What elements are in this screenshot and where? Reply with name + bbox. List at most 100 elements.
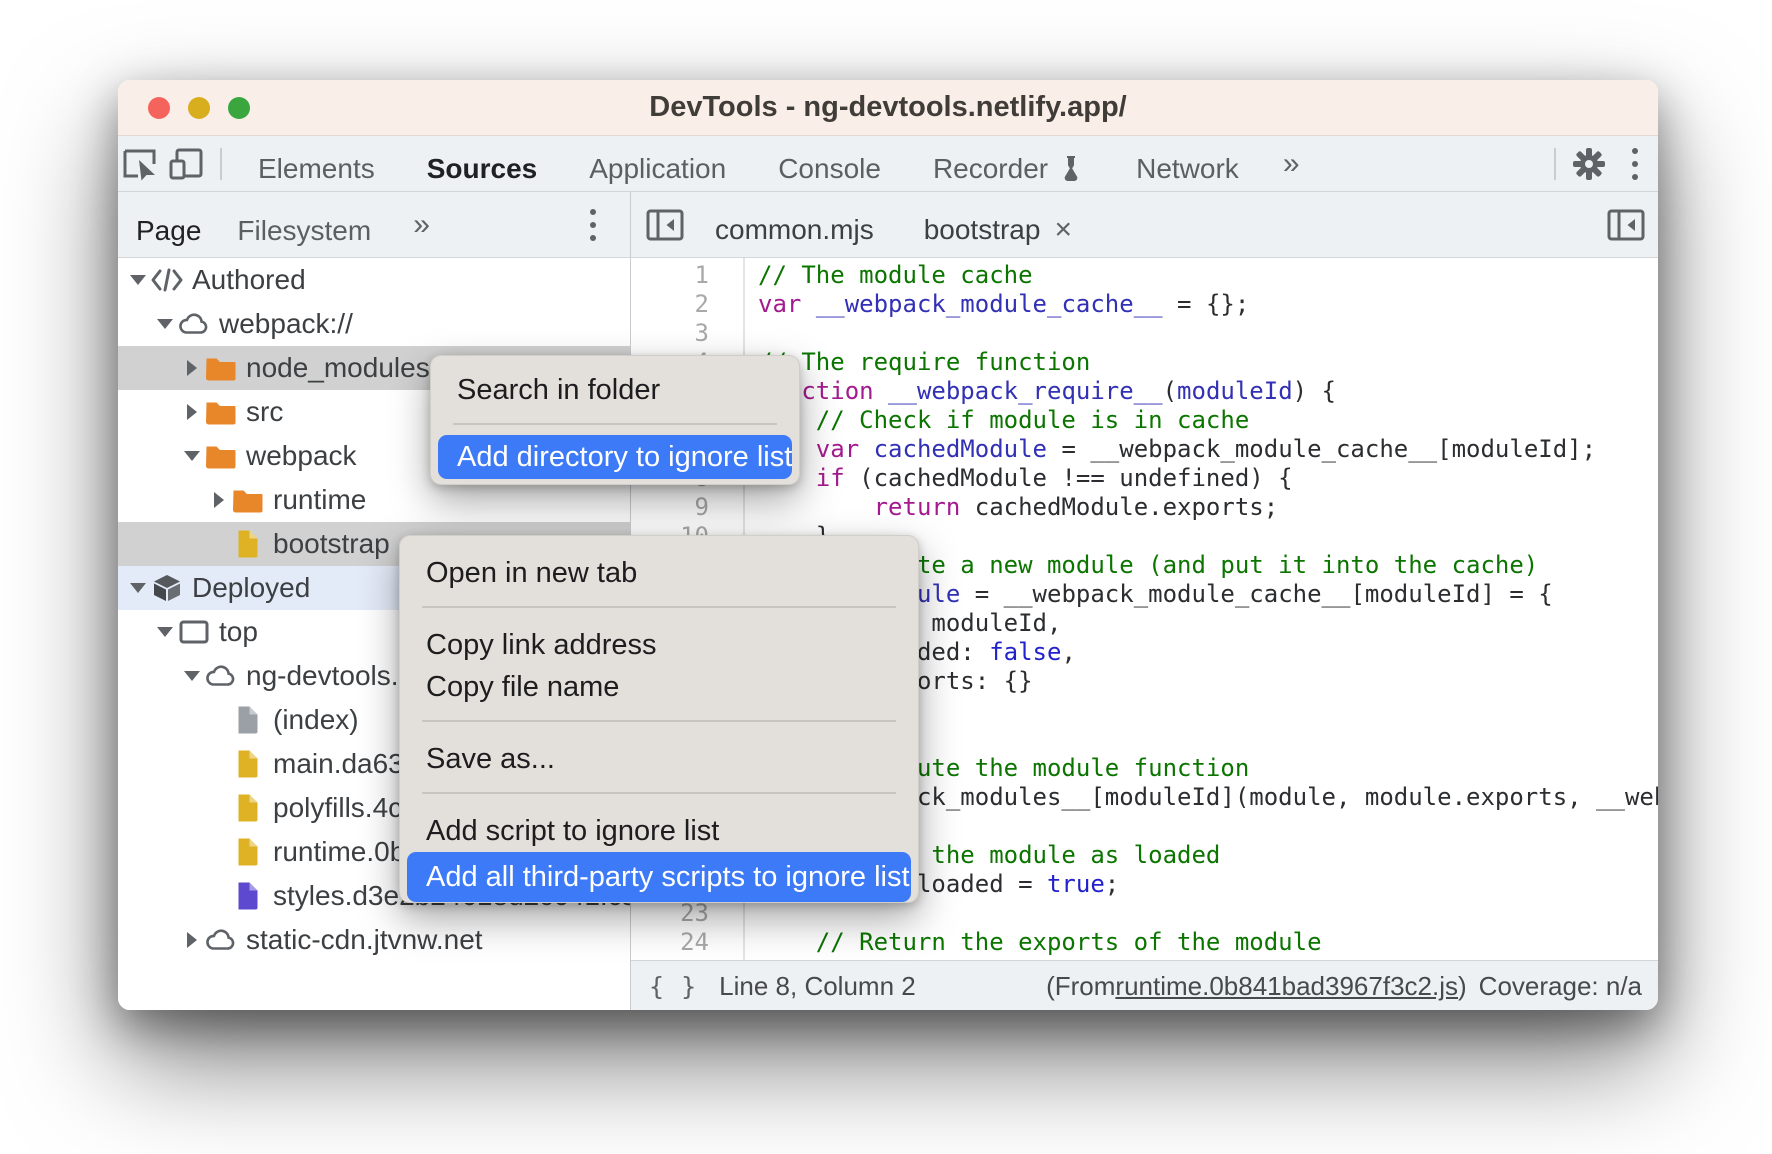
tree-item-label: (index) [273, 704, 359, 736]
line-number[interactable]: 23 [631, 899, 743, 928]
file-context-menu: Open in new tab Copy link addressCopy fil… [399, 535, 919, 903]
editor-tab-label: bootstrap [924, 214, 1041, 246]
menu-divider [422, 720, 896, 722]
window-title: DevTools - ng-devtools.netlify.app/ [118, 91, 1658, 124]
file-yellow-icon [231, 837, 265, 867]
devtools-window: DevTools - ng-devtools.netlify.app/ Elem… [118, 80, 1658, 1010]
folder-icon [204, 353, 238, 383]
tab-label: Network [1136, 153, 1239, 185]
disclosure-triangle-icon[interactable] [126, 268, 150, 292]
close-tab-icon[interactable]: × [1054, 215, 1072, 245]
tree-item-label: runtime.0b [273, 836, 405, 868]
disclosure-triangle-icon[interactable] [180, 928, 204, 952]
editor-tab-common-mjs[interactable]: common.mjs [695, 192, 894, 267]
code-line: function __webpack_require__(moduleId) { [758, 377, 1658, 406]
cube-icon [150, 573, 184, 603]
zoom-window-button[interactable] [228, 97, 250, 119]
menu-divider [422, 792, 896, 794]
disclosure-triangle-icon[interactable] [180, 356, 204, 380]
caret-placeholder [207, 884, 231, 908]
menu-item-search-in-folder[interactable]: Search in folder [431, 368, 799, 412]
menu-item-open-in-new-tab[interactable]: Open in new tab [400, 552, 918, 594]
code-line [758, 319, 1658, 348]
code-line: if (cachedModule !== undefined) { [758, 464, 1658, 493]
menu-item-add-script-to-ignore-list[interactable]: Add script to ignore list [400, 810, 918, 852]
line-number[interactable]: 9 [631, 493, 743, 522]
editor-tab-label: common.mjs [715, 214, 874, 246]
tree-item-authored[interactable]: Authored [118, 258, 630, 302]
titlebar: DevTools - ng-devtools.netlify.app/ [118, 80, 1658, 136]
line-number[interactable]: 24 [631, 928, 743, 957]
tab-label: Elements [258, 153, 375, 185]
menu-item-add-directory-to-ignore-list[interactable]: Add directory to ignore list [438, 435, 792, 479]
menu-item-copy-file-name[interactable]: Copy file name [400, 666, 918, 708]
line-number[interactable]: 1 [631, 261, 743, 290]
caret-placeholder [207, 752, 231, 776]
minimize-window-button[interactable] [188, 97, 210, 119]
code-line: // Check if module is in cache [758, 406, 1658, 435]
tree-item-label: ng-devtools. [246, 660, 399, 692]
navigator-kebab-menu-icon[interactable] [590, 209, 596, 241]
tab-label: Recorder [933, 153, 1048, 185]
sourcemap-from-suffix: ) [1458, 971, 1467, 1002]
traffic-lights [148, 97, 250, 119]
disclosure-triangle-icon[interactable] [207, 488, 231, 512]
disclosure-triangle-icon[interactable] [180, 664, 204, 688]
coverage-status: Coverage: n/a [1479, 971, 1642, 1002]
sourcemap-from-prefix: (From [1046, 971, 1115, 1002]
menu-item-save-as[interactable]: Save as... [400, 738, 918, 780]
disclosure-triangle-icon[interactable] [153, 312, 177, 336]
code-line: // The require function [758, 348, 1658, 377]
editor-tab-bootstrap[interactable]: bootstrap × [904, 192, 1092, 267]
frame-icon [177, 617, 211, 647]
more-panels-icon[interactable]: » [1265, 147, 1318, 181]
toolbar-divider [1554, 148, 1556, 180]
disclosure-triangle-icon[interactable] [153, 620, 177, 644]
code-icon [150, 265, 184, 295]
settings-gear-icon[interactable] [1566, 136, 1612, 191]
device-toolbar-icon[interactable] [164, 136, 210, 191]
tree-item-label: polyfills.4c [273, 792, 402, 824]
close-window-button[interactable] [148, 97, 170, 119]
editor-statusbar: { } Line 8, Column 2 (From runtime.0b841… [631, 960, 1658, 1010]
menu-item-add-all-third-party-scripts-to-ignore-list[interactable]: Add all third-party scripts to ignore li… [407, 852, 911, 902]
tree-item-label: top [219, 616, 258, 648]
caret-placeholder [207, 532, 231, 556]
pretty-print-icon[interactable]: { } [649, 972, 697, 1001]
sourcemap-file-link[interactable]: runtime.0b841bad3967f3c2.js [1115, 971, 1458, 1002]
menu-item-copy-link-address[interactable]: Copy link address [400, 624, 918, 666]
caret-placeholder [207, 708, 231, 732]
folder-icon [231, 485, 265, 515]
line-number[interactable]: 2 [631, 290, 743, 319]
file-yellow-icon [231, 749, 265, 779]
menu-divider [422, 606, 896, 608]
tree-item-label: webpack [246, 440, 357, 472]
tree-item-webpack[interactable]: webpack:// [118, 302, 630, 346]
inspect-element-icon[interactable] [118, 136, 164, 191]
tree-item-label: runtime [273, 484, 366, 516]
code-line: // Return the exports of the module [758, 928, 1658, 957]
toolbar-divider [220, 148, 222, 180]
tree-item-label: main.da63 [273, 748, 404, 780]
folder-icon [204, 397, 238, 427]
cloud-icon [204, 925, 238, 955]
show-debugger-icon[interactable] [1606, 207, 1646, 243]
disclosure-triangle-icon[interactable] [126, 576, 150, 600]
navigator-tabbar: PageFilesystem » [118, 192, 630, 258]
disclosure-triangle-icon[interactable] [180, 444, 204, 468]
tab-label: Sources [427, 153, 538, 185]
tree-item-static-cdn-jtvnw-net[interactable]: static-cdn.jtvnw.net [118, 918, 630, 962]
tree-item-label: node_modules [246, 352, 430, 384]
cloud-icon [177, 309, 211, 339]
editor-tabbar: common.mjs bootstrap × [631, 192, 1658, 258]
hide-navigator-icon[interactable] [645, 207, 685, 243]
tab-label: Application [589, 153, 726, 185]
caret-placeholder [207, 840, 231, 864]
devtools-toolbar: ElementsSourcesApplicationConsoleRecorde… [118, 136, 1658, 192]
customize-devtools-icon[interactable] [1612, 148, 1658, 180]
disclosure-triangle-icon[interactable] [180, 400, 204, 424]
file-yellow-icon [231, 793, 265, 823]
more-navigator-tabs-icon[interactable]: » [389, 208, 454, 242]
file-purple-icon [231, 881, 265, 911]
line-number[interactable]: 3 [631, 319, 743, 348]
